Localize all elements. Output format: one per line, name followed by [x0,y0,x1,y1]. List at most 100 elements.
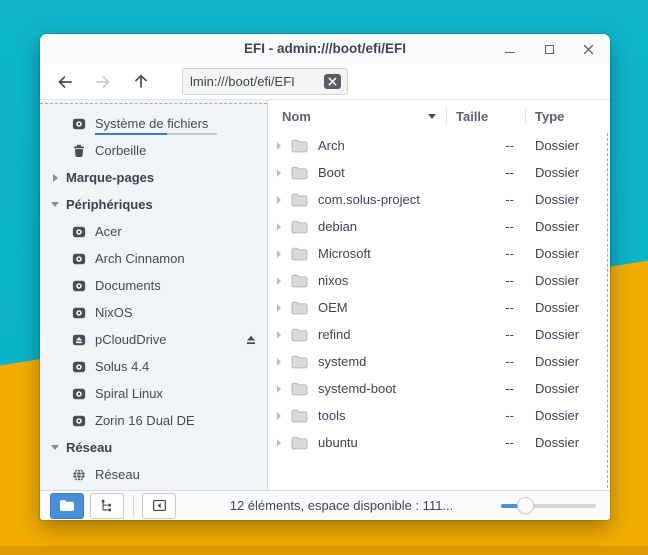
back-icon [56,74,74,90]
expander-icon[interactable] [277,358,281,366]
table-row[interactable]: systemd -- Dossier [268,348,610,375]
sidebar-item-arch-cinnamon[interactable]: Arch Cinnamon [40,245,267,272]
location-input[interactable]: lmin:///boot/efi/EFI [182,68,348,95]
folder-icon [291,166,308,180]
drag-indicator-top [40,103,267,104]
sidebar-item-label: Réseau [95,467,140,482]
tree-view-button[interactable] [90,493,124,519]
table-row[interactable]: OEM -- Dossier [268,294,610,321]
expander-icon[interactable] [277,385,281,393]
sidebar-item-trash[interactable]: Corbeille [40,137,267,164]
expander-icon[interactable] [277,304,281,312]
sidebar-section-network[interactable]: Réseau [40,434,267,461]
folder-icon [291,220,308,234]
file-name: Microsoft [318,246,371,261]
drive-icon [72,387,86,401]
toggle-sidebar-button[interactable] [142,493,176,519]
content-area: Système de fichiers Corbeille Marque-pag… [40,100,610,490]
table-row[interactable]: systemd-boot -- Dossier [268,375,610,402]
back-button[interactable] [50,68,80,96]
sidebar-item-label: NixOS [95,305,133,320]
sidebar-item-filesystem[interactable]: Système de fichiers [40,110,267,137]
expander-icon[interactable] [277,250,281,258]
clear-location-button[interactable] [324,74,341,89]
sidebar-item-pclouddrive[interactable]: pCloudDrive [40,326,267,353]
table-row[interactable]: Boot -- Dossier [268,159,610,186]
zoom-slider-knob[interactable] [517,497,534,514]
file-type: Dossier [526,435,610,450]
sidebar-item-nixos[interactable]: NixOS [40,299,267,326]
sidebar-section-devices[interactable]: Périphériques [40,191,267,218]
expander-icon[interactable] [277,169,281,177]
drive-icon [72,252,86,266]
file-name: OEM [318,300,348,315]
sort-desc-icon [428,114,436,119]
chevron-right-icon [53,174,58,182]
expander-icon[interactable] [277,196,281,204]
file-type: Dossier [526,273,610,288]
forward-button[interactable] [88,68,118,96]
folder-icon [291,247,308,261]
sidebar-item-spiral-linux[interactable]: Spiral Linux [40,380,267,407]
drive-icon [72,414,86,428]
desktop-bottom-shade [0,546,648,555]
maximize-icon [545,45,554,54]
close-button[interactable] [582,42,594,56]
expander-icon[interactable] [277,412,281,420]
table-row[interactable]: Arch -- Dossier [268,132,610,159]
table-row[interactable]: nixos -- Dossier [268,267,610,294]
sidebar-item-documents[interactable]: Documents [40,272,267,299]
sidebar-item-label: pCloudDrive [95,332,167,347]
drive-icon [72,279,86,293]
up-button[interactable] [126,68,156,96]
table-row[interactable]: tools -- Dossier [268,402,610,429]
file-type: Dossier [526,246,610,261]
file-type: Dossier [526,354,610,369]
location-value: lmin:///boot/efi/EFI [190,74,320,89]
drive-icon [72,306,86,320]
places-sidebar: Système de fichiers Corbeille Marque-pag… [40,100,268,490]
table-row[interactable]: com.solus-project -- Dossier [268,186,610,213]
file-name: Arch [318,138,345,153]
trash-icon [72,144,86,158]
expander-icon[interactable] [277,331,281,339]
sidebar-section-label: Réseau [66,440,112,455]
sidebar-item-network[interactable]: Réseau [40,461,267,488]
file-type: Dossier [526,327,610,342]
table-row[interactable]: ubuntu -- Dossier [268,429,610,456]
titlebar[interactable]: EFI - admin:///boot/efi/EFI [40,34,610,64]
sidebar-section-label: Marque-pages [66,170,154,185]
maximize-button[interactable] [543,42,555,56]
file-size: -- [447,354,526,369]
file-size: -- [447,327,526,342]
table-row[interactable]: Microsoft -- Dossier [268,240,610,267]
icon-view-button[interactable] [50,493,84,519]
expander-icon[interactable] [277,439,281,447]
column-header-type[interactable]: Type [526,109,610,124]
file-size: -- [447,219,526,234]
expander-icon[interactable] [277,277,281,285]
sidebar-item-zorin[interactable]: Zorin 16 Dual DE [40,407,267,434]
table-row[interactable]: refind -- Dossier [268,321,610,348]
close-icon [583,44,594,55]
minimize-button[interactable] [504,42,516,56]
eject-button[interactable] [244,333,258,347]
column-header-size[interactable]: Taille [447,109,525,124]
desktop-background: EFI - admin:///boot/efi/EFI lmin:///boo [0,0,648,555]
sidebar-section-bookmarks[interactable]: Marque-pages [40,164,267,191]
folder-icon [291,382,308,396]
file-type: Dossier [526,381,610,396]
column-header-name[interactable]: Nom [268,109,446,124]
file-size: -- [447,192,526,207]
folder-icon [291,193,308,207]
sidebar-item-acer[interactable]: Acer [40,218,267,245]
chevron-down-icon [51,445,59,450]
expander-icon[interactable] [277,223,281,231]
folder-icon [291,301,308,315]
zoom-slider[interactable] [501,497,596,515]
drive-icon [72,360,86,374]
eject-icon [244,333,258,347]
expander-icon[interactable] [277,142,281,150]
sidebar-item-solus[interactable]: Solus 4.4 [40,353,267,380]
table-row[interactable]: debian -- Dossier [268,213,610,240]
